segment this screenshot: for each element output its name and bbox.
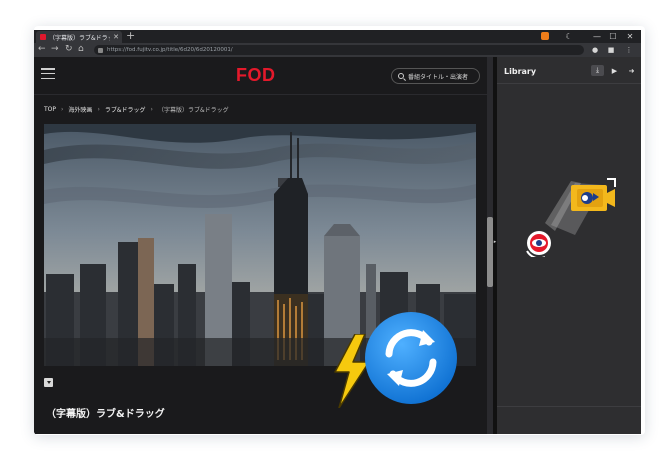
tab-close-icon[interactable]: ✕ xyxy=(113,33,122,41)
tab-active[interactable]: （字幕版）ラブ&ドラッグ ✕ xyxy=(36,31,122,43)
library-divider xyxy=(497,83,641,84)
fod-favicon-icon xyxy=(40,34,46,40)
close-button[interactable]: ✕ xyxy=(623,30,637,43)
download-icon[interactable]: ⤓ xyxy=(591,65,604,76)
reload-button[interactable]: ↻ xyxy=(65,44,73,54)
library-footer-divider xyxy=(497,406,641,407)
tab-title: （字幕版）ラブ&ドラッグ xyxy=(49,34,110,42)
video-icon[interactable]: ▶ xyxy=(608,65,621,76)
breadcrumb-separator: › xyxy=(61,106,64,113)
breadcrumb-separator: › xyxy=(150,106,153,113)
home-button[interactable]: ⌂ xyxy=(78,44,84,54)
program-title: （字幕版）ラブ&ドラッグ xyxy=(46,409,165,420)
breadcrumb-current: （字幕版）ラブ&ドラッグ xyxy=(157,107,229,114)
lock-icon[interactable]: ● xyxy=(590,45,600,55)
red-eye-icon xyxy=(526,231,551,257)
export-icon[interactable]: ➜ xyxy=(625,65,638,76)
forward-button[interactable]: → xyxy=(51,44,59,54)
tab-bar: （字幕版）ラブ&ドラッグ ✕ + ☾ — ☐ ✕ xyxy=(34,30,641,43)
hamburger-menu-icon[interactable] xyxy=(41,68,55,79)
empty-library-illustration xyxy=(526,178,616,257)
library-panel: Library ⤓ ▶ ➜ xyxy=(497,57,641,434)
breadcrumb-top[interactable]: TOP xyxy=(44,106,56,113)
site-header: FOD 番組タイトル・出演者 xyxy=(34,57,492,95)
camera-icon[interactable]: ■ xyxy=(606,45,616,55)
breadcrumb-category[interactable]: 海外映画 xyxy=(68,105,92,114)
breadcrumb: TOP › 海外映画 › ラブ&ドラッグ › （字幕版）ラブ&ドラッグ xyxy=(44,105,229,114)
search-box[interactable]: 番組タイトル・出演者 xyxy=(391,68,480,84)
sync-icon xyxy=(365,312,457,404)
menu-dots-icon[interactable]: ⋮ xyxy=(624,45,634,55)
extension-icon[interactable] xyxy=(541,32,549,40)
navigation-bar: ← → ↻ ⌂ https://fod.fujitv.co.jp/title/6… xyxy=(34,43,641,57)
fod-logo[interactable]: FOD xyxy=(236,65,276,86)
new-tab-button[interactable]: + xyxy=(126,30,135,42)
breadcrumb-series[interactable]: ラブ&ドラッグ xyxy=(105,105,146,114)
minimize-button[interactable]: — xyxy=(590,30,604,43)
subtitle-toggle-button[interactable] xyxy=(44,378,53,387)
search-icon xyxy=(398,73,404,79)
address-bar[interactable]: https://fod.fujitv.co.jp/title/6d20/6d20… xyxy=(94,45,584,55)
moon-icon[interactable]: ☾ xyxy=(562,30,576,43)
site-info-icon[interactable] xyxy=(98,47,103,53)
back-button[interactable]: ← xyxy=(38,44,46,54)
url-text: https://fod.fujitv.co.jp/title/6d20/6d20… xyxy=(107,47,233,53)
library-title: Library xyxy=(504,67,537,76)
breadcrumb-separator: › xyxy=(97,106,100,113)
search-placeholder: 番組タイトル・出演者 xyxy=(408,73,469,81)
maximize-button[interactable]: ☐ xyxy=(606,30,620,43)
